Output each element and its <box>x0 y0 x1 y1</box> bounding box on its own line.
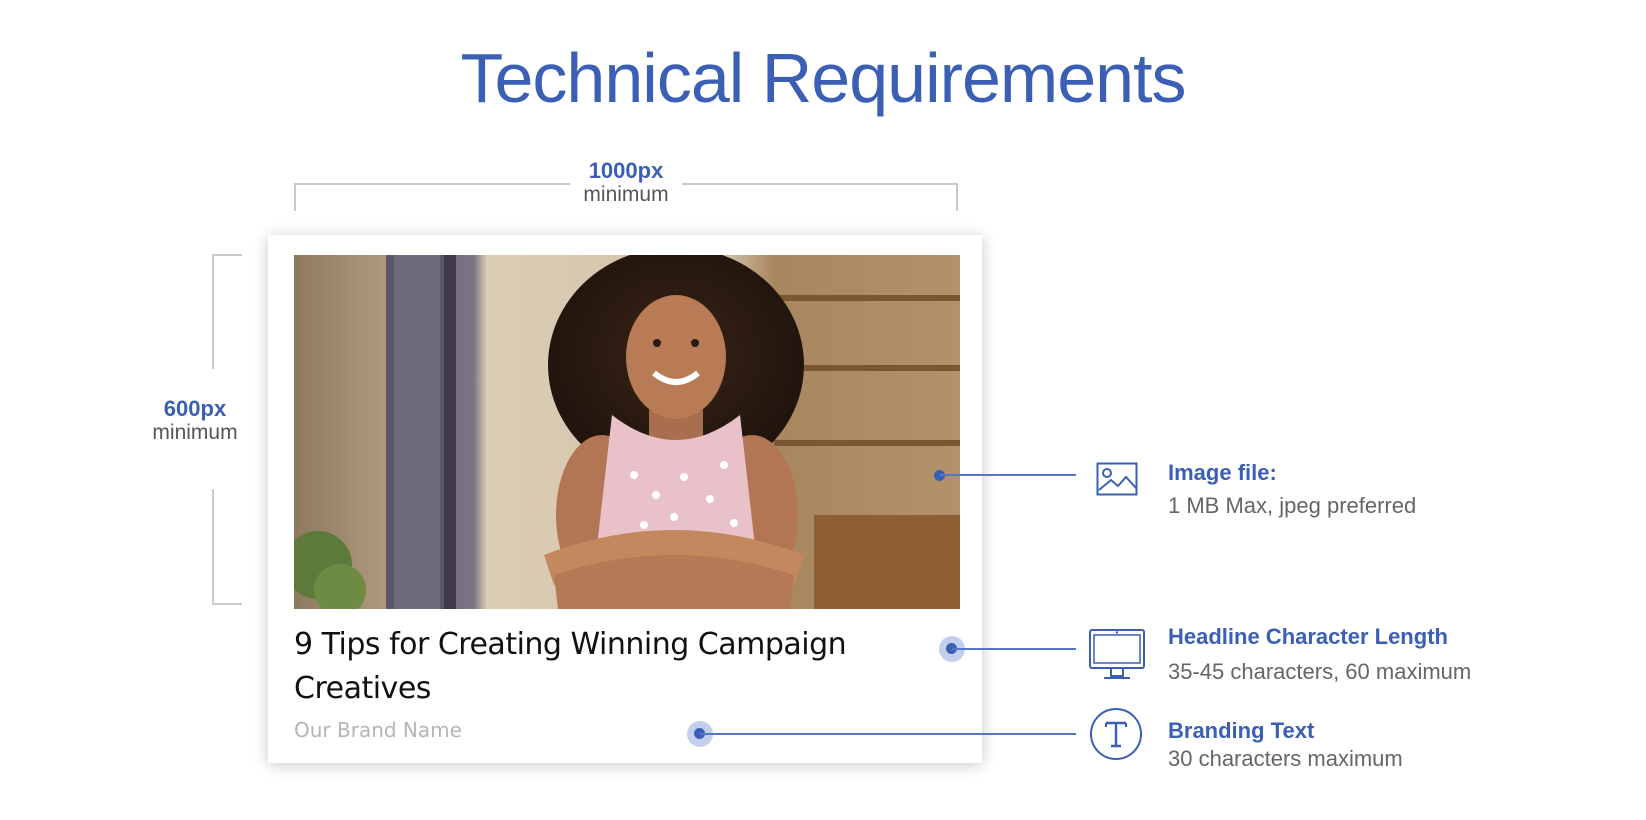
height-minimum-label: minimum <box>152 421 238 444</box>
image-callout-title: Image file: <box>1168 460 1277 485</box>
headline-callout-title: Headline Character Length <box>1168 624 1448 649</box>
width-minimum-label: minimum <box>583 183 669 206</box>
page-title: Technical Requirements <box>460 39 1186 117</box>
branding-callout-desc: 30 characters maximum <box>1168 746 1403 771</box>
image-callout-desc: 1 MB Max, jpeg preferred <box>1168 493 1417 518</box>
branding-callout-title: Branding Text <box>1168 718 1315 743</box>
height-value: 600px <box>163 396 227 421</box>
headline-callout-desc: 35-45 characters, 60 maximum <box>1168 659 1472 684</box>
photo-of-smiling-woman <box>294 255 960 609</box>
branding-callout-line <box>700 733 1076 735</box>
width-dimension-label: 1000px minimum <box>570 160 682 205</box>
ad-brand-name: Our Brand Name <box>294 718 462 742</box>
monitor-icon <box>1088 628 1146 687</box>
height-bracket-top <box>212 254 242 369</box>
ad-card-preview: 9 Tips for Creating Winning Campaign Cre… <box>268 235 982 763</box>
headline-callout-line <box>952 648 1076 650</box>
text-t-icon <box>1089 707 1143 766</box>
height-bracket-bottom <box>212 489 242 605</box>
ad-headline: 9 Tips for Creating Winning Campaign Cre… <box>294 627 847 706</box>
image-icon <box>1096 462 1138 501</box>
photo-illustration <box>294 255 960 609</box>
height-dimension-label: 600px minimum <box>140 396 250 444</box>
image-callout-line <box>940 474 1076 476</box>
width-value: 1000px <box>588 158 664 183</box>
